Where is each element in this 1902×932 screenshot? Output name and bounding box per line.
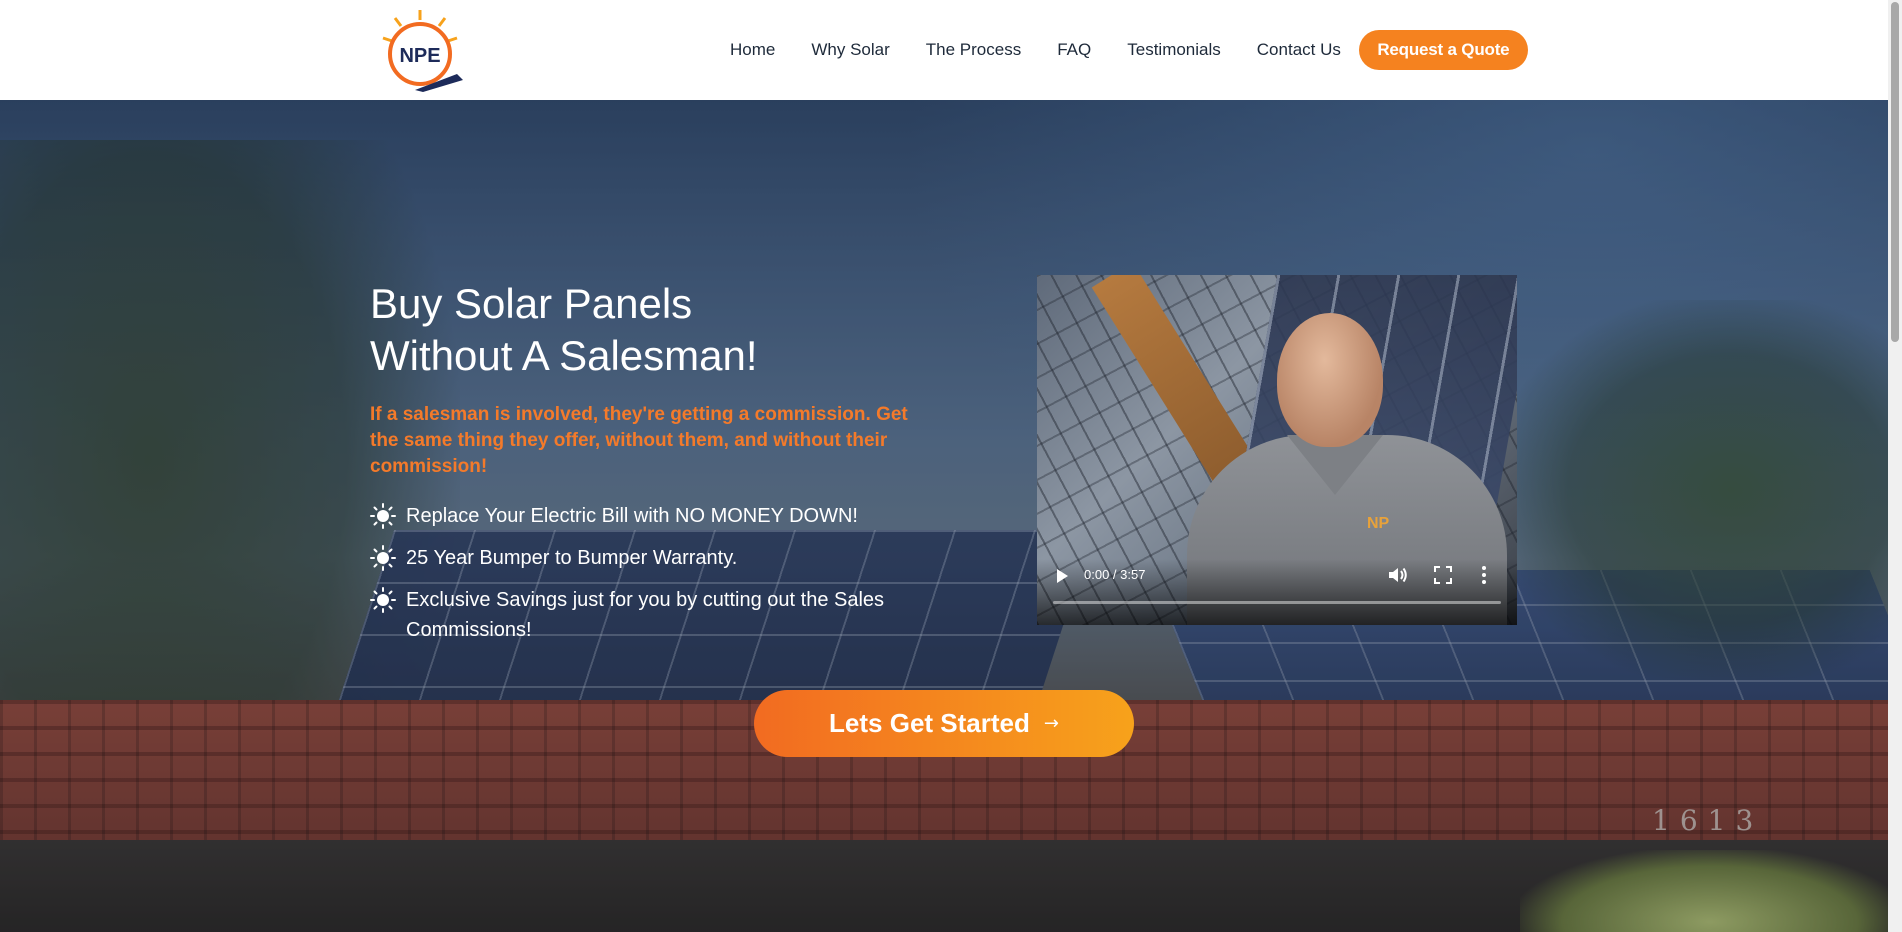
bullet-text: 25 Year Bumper to Bumper Warranty. xyxy=(406,547,738,569)
scrollbar-thumb[interactable] xyxy=(1891,2,1899,342)
hero-overlay xyxy=(0,100,1888,932)
site-header: NPE Home Why Solar The Process FAQ Testi… xyxy=(0,0,1888,100)
npe-logo[interactable]: NPE xyxy=(375,8,465,92)
more-options-icon[interactable] xyxy=(1480,565,1488,585)
nav-contact-us[interactable]: Contact Us xyxy=(1257,31,1341,69)
hero-headline: Buy Solar Panels Without A Salesman! xyxy=(370,278,930,382)
main-nav: Home Why Solar The Process FAQ Testimoni… xyxy=(730,30,1528,70)
nav-home[interactable]: Home xyxy=(730,31,775,69)
nav-why-solar[interactable]: Why Solar xyxy=(811,31,889,69)
lets-get-started-button[interactable]: Lets Get Started → xyxy=(754,690,1134,757)
cta-label: Lets Get Started xyxy=(829,708,1030,738)
nav-the-process[interactable]: The Process xyxy=(926,31,1021,69)
benefit-list: Replace Your Electric Bill with NO MONEY… xyxy=(370,501,930,657)
sun-icon xyxy=(370,545,396,571)
nav-testimonials[interactable]: Testimonials xyxy=(1127,31,1221,69)
list-item: 25 Year Bumper to Bumper Warranty. xyxy=(370,543,930,573)
list-item: Exclusive Savings just for you by cuttin… xyxy=(370,585,930,645)
nav-faq[interactable]: FAQ xyxy=(1057,31,1091,69)
video-progress-bar[interactable] xyxy=(1053,601,1501,604)
request-quote-button[interactable]: Request a Quote xyxy=(1358,30,1528,70)
bullet-text: Replace Your Electric Bill with NO MONEY… xyxy=(406,505,858,527)
logo-text: NPE xyxy=(399,45,440,67)
hero-subhead: If a salesman is involved, they're getti… xyxy=(370,404,908,477)
hero-section: 1613 Buy Solar Panels Without A Salesman… xyxy=(0,100,1888,932)
page-scrollbar[interactable] xyxy=(1888,0,1902,932)
shirt-logo: NP xyxy=(1367,515,1389,533)
headline-line-2: Without A Salesman! xyxy=(370,332,758,379)
headline-line-1: Buy Solar Panels xyxy=(370,280,693,327)
play-icon[interactable] xyxy=(1057,569,1068,583)
video-player[interactable]: NP 0:00 / 3:57 xyxy=(1037,275,1517,625)
sun-icon xyxy=(370,587,396,613)
arrow-right-icon: → xyxy=(1043,713,1059,734)
shirt-logo-text: NP xyxy=(1367,515,1390,532)
video-time: 0:00 / 3:57 xyxy=(1084,567,1146,582)
sun-icon xyxy=(370,503,396,529)
fullscreen-icon[interactable] xyxy=(1434,566,1452,584)
bullet-text: Exclusive Savings just for you by cuttin… xyxy=(406,589,885,641)
list-item: Replace Your Electric Bill with NO MONEY… xyxy=(370,501,930,531)
video-frame-person-head xyxy=(1277,313,1383,447)
volume-icon[interactable] xyxy=(1387,566,1409,584)
